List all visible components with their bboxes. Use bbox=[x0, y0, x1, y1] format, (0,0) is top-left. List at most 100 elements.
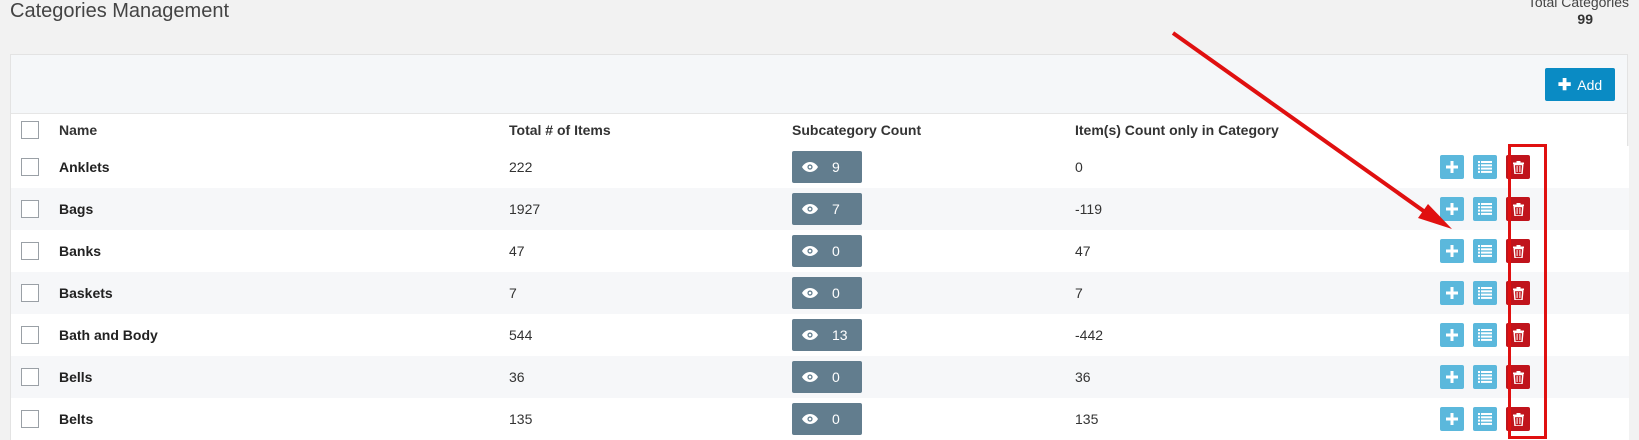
eye-icon bbox=[802, 288, 818, 298]
delete-category-button[interactable] bbox=[1506, 365, 1530, 389]
row-checkbox[interactable] bbox=[21, 158, 39, 177]
total-items-cell: 7 bbox=[509, 285, 517, 301]
table-row: Bells 36 0 36 bbox=[11, 356, 1629, 398]
trash-icon bbox=[1512, 412, 1524, 426]
plus-icon bbox=[1446, 203, 1458, 215]
table-row: Anklets 222 9 0 bbox=[11, 146, 1629, 188]
list-items-button[interactable] bbox=[1473, 365, 1497, 389]
eye-icon bbox=[802, 162, 818, 172]
list-items-button[interactable] bbox=[1473, 197, 1497, 221]
column-header-items-only[interactable]: Item(s) Count only in Category bbox=[1075, 114, 1440, 146]
list-icon bbox=[1478, 329, 1492, 341]
category-name[interactable]: Bath and Body bbox=[59, 314, 509, 356]
items-only-cell: 0 bbox=[1075, 159, 1083, 175]
eye-icon bbox=[802, 372, 818, 382]
trash-icon bbox=[1512, 286, 1524, 300]
subcategory-count-button[interactable]: 0 bbox=[792, 403, 862, 435]
trash-icon bbox=[1512, 202, 1524, 216]
subcategory-count-button[interactable]: 0 bbox=[792, 361, 862, 393]
items-only-cell: 47 bbox=[1075, 243, 1091, 259]
category-name[interactable]: Bags bbox=[59, 188, 509, 230]
add-subcategory-button[interactable] bbox=[1440, 365, 1464, 389]
total-items-cell: 135 bbox=[509, 411, 533, 427]
delete-category-button[interactable] bbox=[1506, 281, 1530, 305]
table-row: Baskets 7 0 7 bbox=[11, 272, 1629, 314]
trash-icon bbox=[1512, 160, 1524, 174]
delete-category-button[interactable] bbox=[1506, 197, 1530, 221]
trash-icon bbox=[1512, 244, 1524, 258]
subcategory-count-value: 9 bbox=[832, 159, 840, 175]
column-header-name[interactable]: Name bbox=[59, 114, 509, 146]
add-subcategory-button[interactable] bbox=[1440, 281, 1464, 305]
list-icon bbox=[1478, 245, 1492, 257]
list-items-button[interactable] bbox=[1473, 323, 1497, 347]
plus-icon: ✚ bbox=[1557, 76, 1572, 94]
items-only-cell: 36 bbox=[1075, 369, 1091, 385]
plus-icon bbox=[1446, 329, 1458, 341]
category-name[interactable]: Bells bbox=[59, 356, 509, 398]
delete-category-button[interactable] bbox=[1506, 155, 1530, 179]
panel-toolbar: ✚ Add bbox=[11, 55, 1627, 114]
row-checkbox[interactable] bbox=[21, 200, 39, 219]
trash-icon bbox=[1512, 328, 1524, 342]
subcategory-count-button[interactable]: 13 bbox=[792, 319, 862, 351]
plus-icon bbox=[1446, 245, 1458, 257]
total-items-cell: 544 bbox=[509, 327, 533, 343]
eye-icon bbox=[802, 414, 818, 424]
total-items-cell: 47 bbox=[509, 243, 525, 259]
add-subcategory-button[interactable] bbox=[1440, 407, 1464, 431]
list-icon bbox=[1478, 203, 1492, 215]
eye-icon bbox=[802, 330, 818, 340]
list-icon bbox=[1478, 161, 1492, 173]
subcategory-count-value: 13 bbox=[832, 327, 848, 343]
subcategory-count-button[interactable]: 0 bbox=[792, 277, 862, 309]
select-all-checkbox[interactable] bbox=[21, 121, 39, 140]
add-subcategory-button[interactable] bbox=[1440, 197, 1464, 221]
delete-category-button[interactable] bbox=[1506, 407, 1530, 431]
category-name[interactable]: Baskets bbox=[59, 272, 509, 314]
list-icon bbox=[1478, 371, 1492, 383]
items-only-cell: -442 bbox=[1075, 327, 1104, 343]
items-only-cell: 135 bbox=[1075, 411, 1099, 427]
subcategory-count-value: 0 bbox=[832, 243, 840, 259]
table-row: Banks 47 0 47 bbox=[11, 230, 1629, 272]
row-checkbox[interactable] bbox=[21, 242, 39, 261]
page-title: Categories Management bbox=[10, 0, 230, 22]
list-icon bbox=[1478, 287, 1492, 299]
subcategory-count-value: 7 bbox=[832, 201, 840, 217]
list-items-button[interactable] bbox=[1473, 155, 1497, 179]
column-header-subcategory-count[interactable]: Subcategory Count bbox=[792, 114, 1075, 146]
delete-category-button[interactable] bbox=[1506, 323, 1530, 347]
subcategory-count-value: 0 bbox=[832, 369, 840, 385]
categories-table: Name Total # of Items Subcategory Count … bbox=[11, 114, 1629, 440]
list-items-button[interactable] bbox=[1473, 281, 1497, 305]
subcategory-count-button[interactable]: 0 bbox=[792, 235, 862, 267]
add-category-button[interactable]: ✚ Add bbox=[1545, 68, 1615, 101]
total-items-cell: 222 bbox=[509, 159, 533, 175]
category-name[interactable]: Anklets bbox=[59, 146, 509, 188]
subcategory-count-value: 0 bbox=[832, 285, 840, 301]
add-subcategory-button[interactable] bbox=[1440, 323, 1464, 347]
plus-icon bbox=[1446, 161, 1458, 173]
subcategory-count-button[interactable]: 9 bbox=[792, 151, 862, 183]
row-checkbox[interactable] bbox=[21, 368, 39, 387]
row-checkbox[interactable] bbox=[21, 410, 39, 429]
subcategory-count-value: 0 bbox=[832, 411, 840, 427]
category-name[interactable]: Banks bbox=[59, 230, 509, 272]
row-checkbox[interactable] bbox=[21, 284, 39, 303]
total-categories: Total Categories 99 bbox=[1528, 0, 1629, 28]
subcategory-count-button[interactable]: 7 bbox=[792, 193, 862, 225]
plus-icon bbox=[1446, 413, 1458, 425]
eye-icon bbox=[802, 246, 818, 256]
list-items-button[interactable] bbox=[1473, 239, 1497, 263]
row-checkbox[interactable] bbox=[21, 326, 39, 345]
list-items-button[interactable] bbox=[1473, 407, 1497, 431]
delete-category-button[interactable] bbox=[1506, 239, 1530, 263]
total-categories-label: Total Categories bbox=[1527, 0, 1629, 10]
column-header-total-items[interactable]: Total # of Items bbox=[509, 114, 792, 146]
category-name[interactable]: Belts bbox=[59, 398, 509, 440]
add-subcategory-button[interactable] bbox=[1440, 239, 1464, 263]
add-subcategory-button[interactable] bbox=[1440, 155, 1464, 179]
plus-icon bbox=[1446, 287, 1458, 299]
total-categories-value: 99 bbox=[1577, 11, 1593, 27]
